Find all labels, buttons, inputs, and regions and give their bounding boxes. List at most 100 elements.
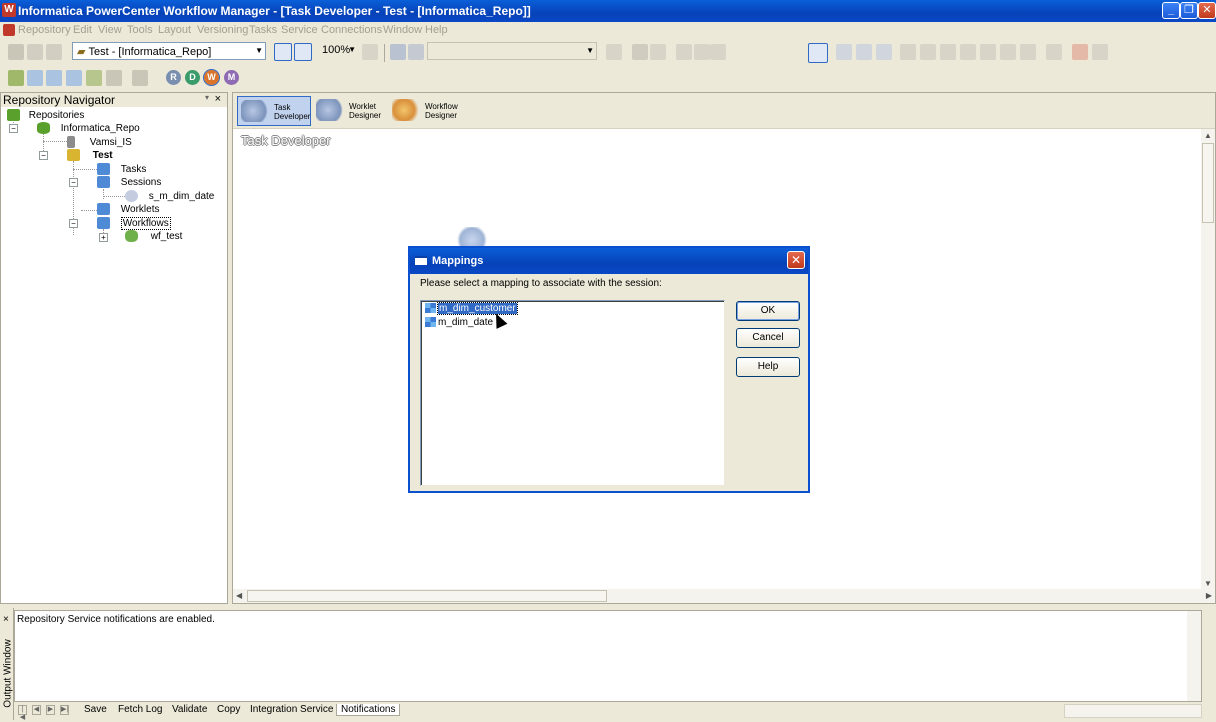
tree-item-workflow[interactable]: wf_test	[125, 230, 182, 242]
version-icon[interactable]	[86, 70, 102, 86]
output-hscrollbar[interactable]	[1064, 704, 1202, 718]
user-icon[interactable]	[632, 44, 648, 60]
menu-help[interactable]: Help	[425, 24, 448, 36]
collapse-icon[interactable]: −	[39, 151, 48, 160]
compare-icon[interactable]	[106, 70, 122, 86]
repository-search-icon[interactable]	[46, 70, 62, 86]
navigator-close-icon[interactable]: ×	[215, 93, 221, 105]
menu-layout[interactable]: Layout	[158, 24, 191, 36]
query-icon[interactable]	[66, 70, 82, 86]
assignment-tool-icon[interactable]	[1020, 44, 1036, 60]
scroll-up-icon[interactable]: ▲	[1204, 131, 1212, 140]
horizontal-scrollbar[interactable]: ◀ ▶	[233, 589, 1215, 603]
repository-icon[interactable]	[8, 70, 24, 86]
tree-item-vamsi-is[interactable]: Vamsi_IS	[67, 136, 132, 148]
tree-item-tasks[interactable]: Tasks	[97, 163, 146, 175]
event-raise-icon[interactable]	[980, 44, 996, 60]
tab-save[interactable]: Save	[84, 704, 107, 715]
mapping-list[interactable]: m_dim_customer m_dim_date	[420, 300, 725, 486]
menu-service[interactable]: Service	[281, 24, 318, 36]
tree-item-repositories[interactable]: Repositories	[7, 109, 84, 121]
tab-workflow-designer[interactable]: Workflow Designer	[389, 96, 463, 126]
tab-fetch-log[interactable]: Fetch Log	[118, 704, 162, 715]
mapping-item[interactable]: m_dim_date	[425, 317, 493, 330]
arrow-down-icon[interactable]	[710, 44, 726, 60]
tab-integration-service[interactable]: Integration Service	[250, 704, 333, 715]
navigator-toggle-icon[interactable]	[274, 43, 292, 61]
link-tool-icon[interactable]	[900, 44, 916, 60]
output-scrollbar[interactable]	[1187, 611, 1201, 701]
disconnect-icon[interactable]	[27, 44, 43, 60]
help-button[interactable]: Help	[736, 357, 800, 377]
properties-icon[interactable]	[1092, 44, 1108, 60]
tree-item-workflows[interactable]: Workflows	[97, 216, 171, 230]
zoom-select[interactable]: 100% ▼	[318, 42, 358, 60]
cancel-button[interactable]: Cancel	[736, 328, 800, 348]
email-tool-icon[interactable]	[876, 44, 892, 60]
dialog-close-button[interactable]: ✕	[787, 251, 805, 269]
tab-worklet-designer[interactable]: Worklet Designer	[313, 96, 387, 126]
repository-manager-button[interactable]: R	[166, 70, 181, 85]
command-tool-icon[interactable]	[856, 44, 872, 60]
tab-task-developer[interactable]: Task Developer	[237, 96, 311, 126]
menu-window[interactable]: Window	[383, 24, 422, 36]
output-close-icon[interactable]: ×	[3, 614, 9, 625]
zoom-fit-icon[interactable]	[362, 44, 378, 60]
restore-button[interactable]: ❐	[1180, 2, 1198, 19]
minimize-button[interactable]: _	[1162, 2, 1180, 19]
workflow-monitor-button[interactable]: M	[224, 70, 239, 85]
ok-button[interactable]: OK	[736, 301, 800, 321]
menu-versioning[interactable]: Versioning	[197, 24, 248, 36]
scroll-thumb[interactable]	[247, 590, 607, 602]
check-icon[interactable]	[650, 44, 666, 60]
tree-item-worklets[interactable]: Worklets	[97, 203, 160, 215]
lightbulb-icon[interactable]	[694, 44, 710, 60]
scroll-left-icon[interactable]: ◀	[236, 591, 242, 600]
folder-select[interactable]: ▰ Test - [Informatica_Repo] ▼	[72, 42, 266, 60]
arrange-icon[interactable]	[1046, 44, 1062, 60]
tab-notifications[interactable]: Notifications	[336, 704, 401, 716]
binoculars-icon[interactable]	[408, 44, 424, 60]
refresh-icon[interactable]	[46, 44, 62, 60]
scroll-down-icon[interactable]: ▼	[1204, 579, 1212, 588]
menu-view[interactable]: View	[98, 24, 122, 36]
tree-item-session[interactable]: s_m_dim_date	[125, 190, 214, 202]
first-tab-icon[interactable]: |◀	[18, 705, 27, 721]
next-tab-icon[interactable]: ▶	[46, 705, 55, 715]
menu-repository[interactable]: Repository	[18, 24, 71, 36]
session-tool-icon[interactable]	[836, 44, 852, 60]
repository-connect-icon[interactable]	[27, 70, 43, 86]
find-icon[interactable]	[390, 44, 406, 60]
document-icon[interactable]	[3, 24, 15, 36]
tree-item-sessions[interactable]: Sessions	[97, 176, 161, 188]
scroll-thumb[interactable]	[1202, 143, 1214, 223]
event-wait-icon[interactable]	[960, 44, 976, 60]
timer-tool-icon[interactable]	[940, 44, 956, 60]
output-toggle-icon[interactable]	[294, 43, 312, 61]
close-button[interactable]: ✕	[1198, 2, 1216, 19]
menu-connections[interactable]: Connections	[321, 24, 382, 36]
workflow-manager-button[interactable]: W	[203, 69, 220, 86]
control-tool-icon[interactable]	[1000, 44, 1016, 60]
tree-item-informatica-repo[interactable]: Informatica_Repo	[37, 122, 140, 134]
tab-copy[interactable]: Copy	[217, 704, 240, 715]
pointer-tool-icon[interactable]	[808, 43, 828, 63]
copy-icon[interactable]	[132, 70, 148, 86]
dropdown-icon[interactable]: ▾	[205, 93, 209, 102]
tools-icon[interactable]	[1072, 44, 1088, 60]
scroll-right-icon[interactable]: ▶	[1206, 591, 1212, 600]
expand-icon[interactable]: +	[99, 233, 108, 242]
menu-tools[interactable]: Tools	[127, 24, 153, 36]
prev-tab-icon[interactable]: ◀	[32, 705, 41, 715]
find-combo[interactable]: ▼	[427, 42, 597, 60]
vertical-scrollbar[interactable]: ▲ ▼	[1201, 129, 1215, 590]
edit-icon[interactable]	[606, 44, 622, 60]
collapse-icon[interactable]: −	[69, 178, 78, 187]
tab-validate[interactable]: Validate	[172, 704, 207, 715]
connect-icon[interactable]	[8, 44, 24, 60]
collapse-icon[interactable]: −	[9, 124, 18, 133]
menu-edit[interactable]: Edit	[73, 24, 92, 36]
last-tab-icon[interactable]: ▶|	[60, 705, 69, 715]
designer-button[interactable]: D	[185, 70, 200, 85]
decision-tool-icon[interactable]	[920, 44, 936, 60]
